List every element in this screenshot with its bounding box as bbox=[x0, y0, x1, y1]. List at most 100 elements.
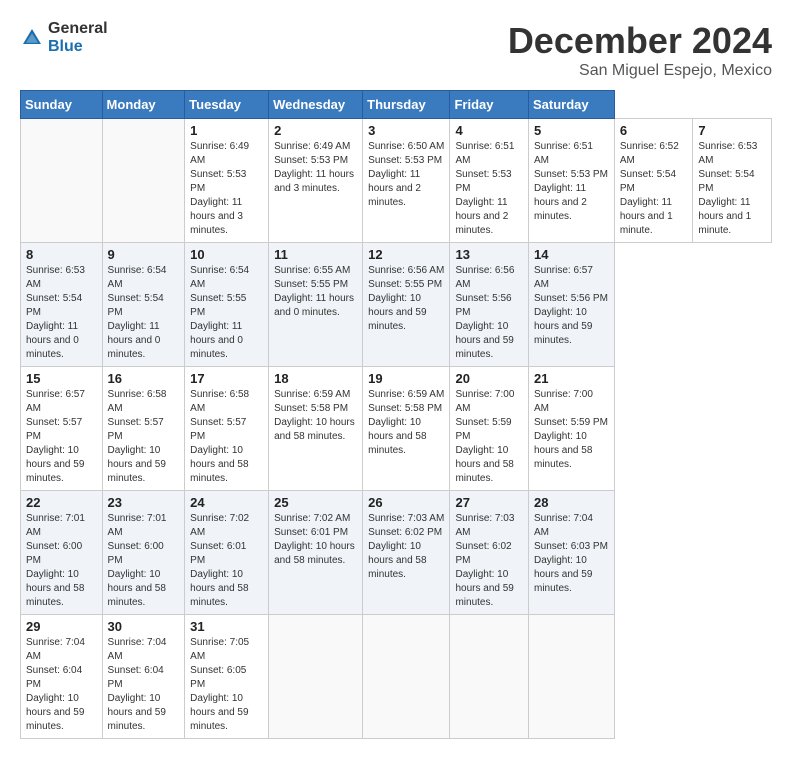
calendar-day-cell: 4 Sunrise: 6:51 AMSunset: 5:53 PMDaylight… bbox=[450, 119, 529, 243]
calendar-day-cell bbox=[102, 119, 185, 243]
day-number: 30 bbox=[108, 619, 180, 634]
day-info: Sunrise: 7:01 AMSunset: 6:00 PMDaylight:… bbox=[26, 512, 97, 610]
day-number: 8 bbox=[26, 247, 97, 262]
calendar-day-cell: 26 Sunrise: 7:03 AMSunset: 6:02 PMDayligh… bbox=[363, 491, 450, 615]
day-info: Sunrise: 7:00 AMSunset: 5:59 PMDaylight:… bbox=[534, 388, 609, 472]
day-number: 2 bbox=[274, 123, 357, 138]
day-info: Sunrise: 6:58 AMSunset: 5:57 PMDaylight:… bbox=[190, 388, 263, 486]
day-number: 27 bbox=[455, 495, 523, 510]
day-info: Sunrise: 6:51 AMSunset: 5:53 PMDaylight:… bbox=[534, 140, 609, 224]
day-number: 16 bbox=[108, 371, 180, 386]
calendar-day-cell: 12Sunrise: 6:56 AMSunset: 5:55 PMDayligh… bbox=[363, 243, 450, 367]
calendar-day-cell: 24 Sunrise: 7:02 AMSunset: 6:01 PMDayligh… bbox=[185, 491, 269, 615]
calendar-day-cell: 29 Sunrise: 7:04 AMSunset: 6:04 PMDayligh… bbox=[21, 615, 103, 739]
calendar-day-cell bbox=[269, 615, 363, 739]
day-number: 10 bbox=[190, 247, 263, 262]
calendar-day-cell: 23 Sunrise: 7:01 AMSunset: 6:00 PMDayligh… bbox=[102, 491, 185, 615]
day-info: Sunrise: 6:57 AMSunset: 5:57 PMDaylight:… bbox=[26, 388, 97, 486]
day-info: Sunrise: 7:05 AMSunset: 6:05 PMDaylight:… bbox=[190, 636, 263, 734]
header: General Blue December 2024 San Miguel Es… bbox=[20, 20, 772, 80]
calendar-header-cell: Friday bbox=[450, 91, 529, 119]
calendar-day-cell: 10 Sunrise: 6:54 AMSunset: 5:55 PMDayligh… bbox=[185, 243, 269, 367]
day-info: Sunrise: 6:53 AMSunset: 5:54 PMDaylight:… bbox=[26, 264, 97, 362]
day-info: Sunrise: 6:53 AMSunset: 5:54 PMDaylight:… bbox=[698, 140, 766, 238]
calendar-day-cell: 15 Sunrise: 6:57 AMSunset: 5:57 PMDayligh… bbox=[21, 367, 103, 491]
calendar-header-row: SundayMondayTuesdayWednesdayThursdayFrid… bbox=[21, 91, 772, 119]
day-info: Sunrise: 7:04 AMSunset: 6:04 PMDaylight:… bbox=[108, 636, 180, 734]
day-number: 21 bbox=[534, 371, 609, 386]
calendar-header-cell: Wednesday bbox=[269, 91, 363, 119]
calendar-day-cell: 3Sunrise: 6:50 AMSunset: 5:53 PMDaylight… bbox=[363, 119, 450, 243]
calendar-day-cell: 13Sunrise: 6:56 AMSunset: 5:56 PMDayligh… bbox=[450, 243, 529, 367]
calendar-day-cell: 31Sunrise: 7:05 AMSunset: 6:05 PMDayligh… bbox=[185, 615, 269, 739]
day-number: 12 bbox=[368, 247, 444, 262]
calendar-day-cell: 25 Sunrise: 7:02 AMSunset: 6:01 PMDayligh… bbox=[269, 491, 363, 615]
calendar-day-cell bbox=[363, 615, 450, 739]
location-title: San Miguel Espejo, Mexico bbox=[508, 62, 772, 80]
day-number: 15 bbox=[26, 371, 97, 386]
day-info: Sunrise: 7:04 AMSunset: 6:03 PMDaylight:… bbox=[534, 512, 609, 596]
day-number: 23 bbox=[108, 495, 180, 510]
day-number: 14 bbox=[534, 247, 609, 262]
calendar-day-cell: 19Sunrise: 6:59 AMSunset: 5:58 PMDayligh… bbox=[363, 367, 450, 491]
calendar-header-cell: Tuesday bbox=[185, 91, 269, 119]
day-number: 26 bbox=[368, 495, 444, 510]
day-number: 28 bbox=[534, 495, 609, 510]
calendar-day-cell: 21 Sunrise: 7:00 AMSunset: 5:59 PMDayligh… bbox=[529, 367, 615, 491]
day-info: Sunrise: 6:57 AMSunset: 5:56 PMDaylight:… bbox=[534, 264, 609, 348]
day-info: Sunrise: 6:55 AMSunset: 5:55 PMDaylight:… bbox=[274, 264, 357, 320]
day-number: 29 bbox=[26, 619, 97, 634]
calendar-week-row: 8 Sunrise: 6:53 AMSunset: 5:54 PMDaylight… bbox=[21, 243, 772, 367]
day-number: 1 bbox=[190, 123, 263, 138]
day-number: 4 bbox=[455, 123, 523, 138]
calendar-week-row: 29 Sunrise: 7:04 AMSunset: 6:04 PMDayligh… bbox=[21, 615, 772, 739]
calendar-day-cell: 14 Sunrise: 6:57 AMSunset: 5:56 PMDayligh… bbox=[529, 243, 615, 367]
calendar-week-row: 1 Sunrise: 6:49 AMSunset: 5:53 PMDaylight… bbox=[21, 119, 772, 243]
day-info: Sunrise: 7:01 AMSunset: 6:00 PMDaylight:… bbox=[108, 512, 180, 610]
month-title: December 2024 bbox=[508, 20, 772, 62]
calendar-day-cell: 22Sunrise: 7:01 AMSunset: 6:00 PMDayligh… bbox=[21, 491, 103, 615]
day-number: 11 bbox=[274, 247, 357, 262]
day-info: Sunrise: 7:02 AMSunset: 6:01 PMDaylight:… bbox=[274, 512, 357, 568]
day-info: Sunrise: 7:02 AMSunset: 6:01 PMDaylight:… bbox=[190, 512, 263, 610]
day-info: Sunrise: 6:51 AMSunset: 5:53 PMDaylight:… bbox=[455, 140, 523, 238]
day-info: Sunrise: 6:54 AMSunset: 5:54 PMDaylight:… bbox=[108, 264, 180, 362]
calendar-header-cell: Saturday bbox=[529, 91, 615, 119]
day-info: Sunrise: 6:49 AMSunset: 5:53 PMDaylight:… bbox=[190, 140, 263, 238]
calendar-day-cell: 27 Sunrise: 7:03 AMSunset: 6:02 PMDayligh… bbox=[450, 491, 529, 615]
day-number: 18 bbox=[274, 371, 357, 386]
day-info: Sunrise: 6:49 AMSunset: 5:53 PMDaylight:… bbox=[274, 140, 357, 196]
logo-icon bbox=[20, 26, 44, 50]
calendar-header-cell: Sunday bbox=[21, 91, 103, 119]
calendar-week-row: 22Sunrise: 7:01 AMSunset: 6:00 PMDayligh… bbox=[21, 491, 772, 615]
day-number: 20 bbox=[455, 371, 523, 386]
calendar-day-cell: 9Sunrise: 6:54 AMSunset: 5:54 PMDaylight… bbox=[102, 243, 185, 367]
day-number: 25 bbox=[274, 495, 357, 510]
logo-general: General bbox=[48, 20, 108, 38]
calendar-day-cell: 5 Sunrise: 6:51 AMSunset: 5:53 PMDaylight… bbox=[529, 119, 615, 243]
day-info: Sunrise: 6:52 AMSunset: 5:54 PMDaylight:… bbox=[620, 140, 688, 238]
calendar-day-cell bbox=[450, 615, 529, 739]
calendar-day-cell: 28 Sunrise: 7:04 AMSunset: 6:03 PMDayligh… bbox=[529, 491, 615, 615]
logo-text: General Blue bbox=[48, 20, 108, 55]
day-info: Sunrise: 6:59 AMSunset: 5:58 PMDaylight:… bbox=[274, 388, 357, 444]
day-info: Sunrise: 7:03 AMSunset: 6:02 PMDaylight:… bbox=[368, 512, 444, 582]
day-number: 5 bbox=[534, 123, 609, 138]
day-info: Sunrise: 7:03 AMSunset: 6:02 PMDaylight:… bbox=[455, 512, 523, 610]
calendar-day-cell: 1 Sunrise: 6:49 AMSunset: 5:53 PMDaylight… bbox=[185, 119, 269, 243]
calendar-day-cell: 8 Sunrise: 6:53 AMSunset: 5:54 PMDaylight… bbox=[21, 243, 103, 367]
calendar-day-cell: 6Sunrise: 6:52 AMSunset: 5:54 PMDaylight… bbox=[614, 119, 693, 243]
logo: General Blue bbox=[20, 20, 108, 55]
calendar-header-cell: Monday bbox=[102, 91, 185, 119]
calendar-header-cell: Thursday bbox=[363, 91, 450, 119]
calendar-day-cell: 2 Sunrise: 6:49 AMSunset: 5:53 PMDaylight… bbox=[269, 119, 363, 243]
day-number: 24 bbox=[190, 495, 263, 510]
calendar-day-cell: 7Sunrise: 6:53 AMSunset: 5:54 PMDaylight… bbox=[693, 119, 772, 243]
day-info: Sunrise: 7:00 AMSunset: 5:59 PMDaylight:… bbox=[455, 388, 523, 486]
title-area: December 2024 San Miguel Espejo, Mexico bbox=[508, 20, 772, 80]
day-info: Sunrise: 7:04 AMSunset: 6:04 PMDaylight:… bbox=[26, 636, 97, 734]
day-info: Sunrise: 6:54 AMSunset: 5:55 PMDaylight:… bbox=[190, 264, 263, 362]
day-number: 17 bbox=[190, 371, 263, 386]
calendar: SundayMondayTuesdayWednesdayThursdayFrid… bbox=[20, 90, 772, 739]
logo-blue: Blue bbox=[48, 38, 108, 56]
